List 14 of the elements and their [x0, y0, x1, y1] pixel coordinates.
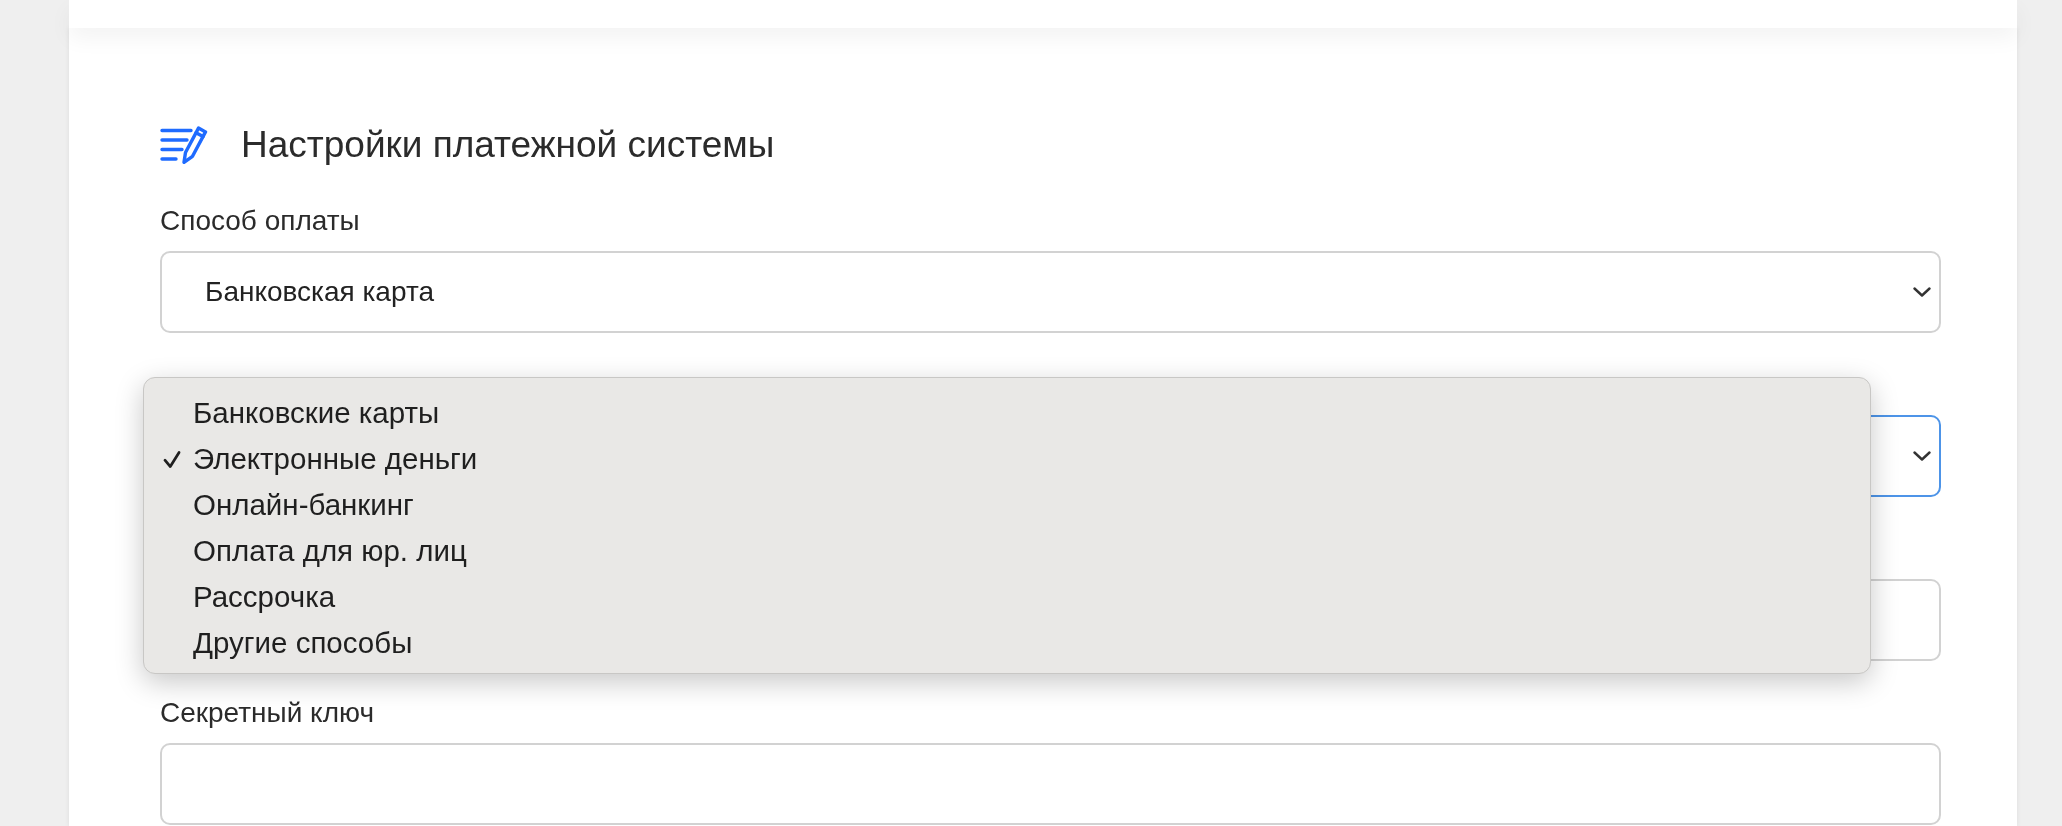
dropdown-option[interactable]: Оплата для юр. лиц: [144, 528, 1870, 574]
field-label: Способ оплаты: [160, 204, 361, 238]
dropdown-option[interactable]: Другие способы: [144, 620, 1870, 666]
chevron-down-icon: [1913, 451, 1931, 461]
select-field[interactable]: Банковская карта: [160, 251, 1941, 333]
dropdown-option[interactable]: Онлайн-банкинг: [144, 482, 1870, 528]
dropdown-option[interactable]: Рассрочка: [144, 574, 1870, 620]
field-label: Секретный ключ: [160, 696, 375, 730]
input-field[interactable]: [160, 743, 1941, 825]
dropdown-option[interactable]: Банковские карты: [144, 390, 1870, 436]
notes-pencil-icon: [160, 126, 208, 164]
dropdown-option[interactable]: Электронные деньги: [144, 436, 1870, 482]
section-title: Настройки платежной системы: [241, 123, 775, 167]
chevron-down-icon: [1913, 287, 1931, 297]
